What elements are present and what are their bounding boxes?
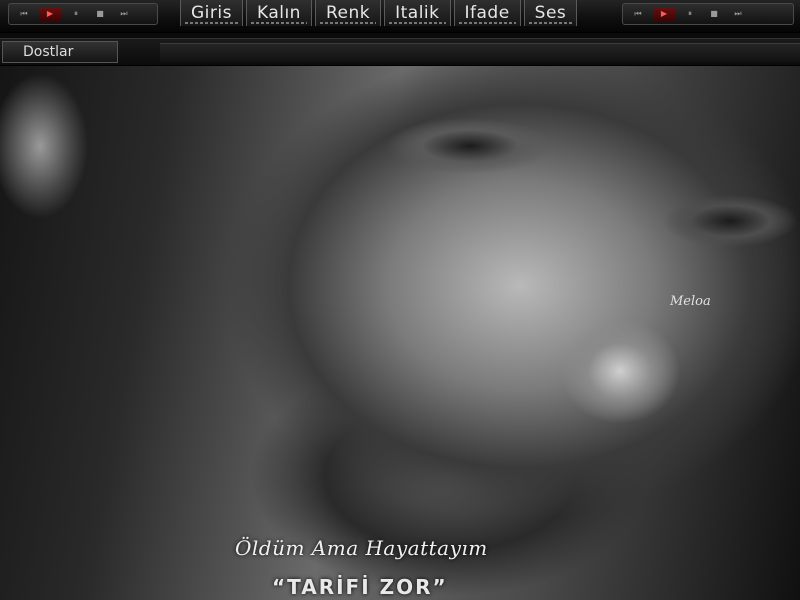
- sub-toolbar: Dostlar: [0, 38, 800, 66]
- photo-tagline: “TARİFİ ZOR”: [272, 575, 448, 599]
- background-photo: [0, 66, 800, 600]
- menu-giris-button[interactable]: Giris: [180, 0, 243, 26]
- menu-renk-button[interactable]: Renk: [314, 0, 382, 26]
- sub-strip: [160, 43, 800, 62]
- music-player-right: ⏮ ▶ ⏸ ■ ⏭: [622, 3, 794, 25]
- play-icon[interactable]: ▶: [39, 7, 61, 21]
- stop-icon[interactable]: ■: [705, 7, 723, 21]
- pause-icon[interactable]: ⏸: [681, 7, 699, 21]
- play-icon[interactable]: ▶: [653, 7, 675, 21]
- skip-back-icon[interactable]: ⏮: [15, 7, 33, 21]
- stop-icon[interactable]: ■: [91, 7, 109, 21]
- skip-back-icon[interactable]: ⏮: [629, 7, 647, 21]
- pause-icon[interactable]: ⏸: [67, 7, 85, 21]
- menu-kalin-button[interactable]: Kalın: [245, 0, 312, 26]
- friends-tab[interactable]: Dostlar: [2, 41, 118, 63]
- menu-italik-button[interactable]: Italik: [384, 0, 451, 26]
- skip-forward-icon[interactable]: ⏭: [729, 7, 747, 21]
- menu-ifade-button[interactable]: Ifade: [453, 0, 521, 26]
- music-player-left: ⏮ ▶ ⏸ ■ ⏭: [8, 3, 158, 25]
- menu-ses-button[interactable]: Ses: [523, 0, 578, 26]
- photo-signature: Meloa: [670, 294, 711, 309]
- top-toolbar: ⏮ ▶ ⏸ ■ ⏭ Giris Kalın Renk Italik Ifade …: [0, 0, 800, 33]
- format-menu: Giris Kalın Renk Italik Ifade Ses: [180, 0, 578, 28]
- skip-forward-icon[interactable]: ⏭: [115, 7, 133, 21]
- photo-quote: Öldüm Ama Hayattayım: [235, 536, 488, 560]
